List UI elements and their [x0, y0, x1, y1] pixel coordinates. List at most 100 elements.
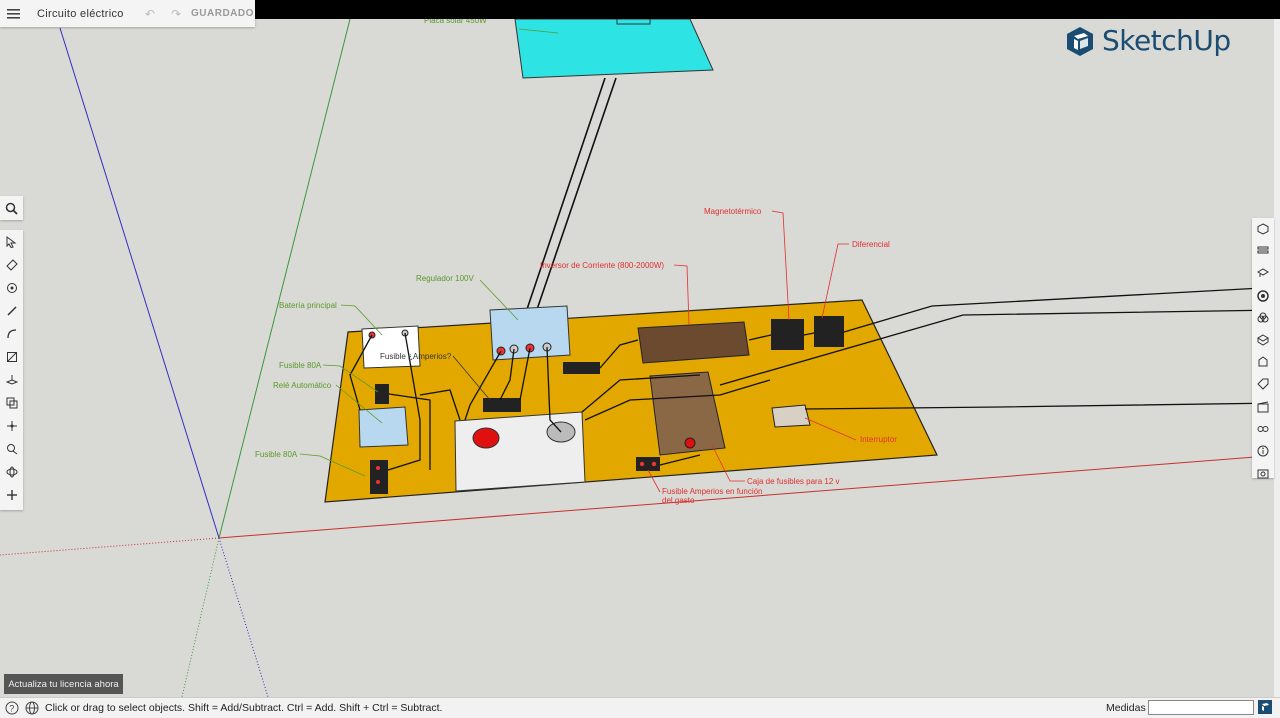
materials-button[interactable] — [1252, 285, 1274, 307]
move-icon — [6, 420, 17, 431]
label-magnetotermico: Magnetotérmico — [704, 207, 762, 216]
styles-button[interactable] — [1252, 329, 1274, 351]
label-diferencial: Diferencial — [852, 240, 890, 249]
battery-positive — [472, 427, 500, 449]
move-tool[interactable] — [0, 414, 23, 437]
solar-panel — [514, 18, 714, 79]
select-tool[interactable] — [0, 230, 23, 253]
file-title[interactable]: Circuito eléctrico — [37, 8, 137, 20]
fuse-consumption — [636, 457, 660, 471]
regulator-fuse — [563, 362, 600, 374]
switch — [771, 404, 811, 428]
display-button[interactable] — [1252, 418, 1274, 440]
left-toolbar — [0, 230, 23, 510]
svg-text:?: ? — [9, 704, 14, 714]
label-rele: Relé Automático — [273, 381, 332, 390]
eraser-tool[interactable] — [0, 253, 23, 276]
label-fusible80a-2: Fusible 80A — [255, 450, 298, 459]
rectangle-tool[interactable] — [0, 345, 23, 368]
redo-icon[interactable]: ↷ — [163, 7, 189, 21]
instructor-icon — [1257, 268, 1269, 278]
right-toolbar — [1252, 218, 1274, 479]
undo-icon[interactable]: ↶ — [137, 7, 163, 21]
outliner-button[interactable] — [1252, 351, 1274, 373]
differential-switch — [814, 316, 844, 347]
pencil-icon — [6, 305, 17, 316]
measurements-label: Medidas — [1106, 702, 1146, 714]
pan-icon — [6, 489, 17, 500]
globe-icon[interactable] — [25, 701, 39, 715]
info-icon — [1257, 445, 1269, 457]
rectangle-icon — [6, 351, 17, 362]
label-interruptor: Interruptor — [860, 435, 897, 444]
model-canvas[interactable]: Placa solar 450W Magnetotérmico Diferenc… — [0, 0, 1280, 697]
circuit-breaker — [771, 319, 804, 350]
select-icon — [6, 235, 17, 248]
fuse-80a-bottom — [370, 460, 388, 494]
blue-axis — [59, 27, 220, 539]
help-icon[interactable]: ? — [5, 701, 19, 715]
label-caja-fusibles: Caja de fusibles para 12 v — [747, 477, 840, 486]
layers-icon — [1257, 246, 1269, 254]
entity-info-icon — [1257, 223, 1269, 235]
label-fusible-question: Fusible ¿Amperios? — [380, 352, 452, 361]
offset-icon — [6, 397, 17, 408]
brand-name: SketchUp — [1102, 24, 1231, 57]
paint-icon — [6, 282, 17, 293]
scenes-button[interactable] — [1252, 396, 1274, 418]
camera-icon — [1257, 469, 1269, 479]
label-regulador: Regulador 100V — [416, 274, 474, 283]
push-pull-tool[interactable] — [0, 368, 23, 391]
label-fusible-gasto-2: del gasto — [662, 496, 695, 505]
scrollbar[interactable] — [1274, 19, 1280, 697]
label-fusible-gasto-1: Fusible Amperios en función — [662, 487, 763, 496]
label-inversor: Inversor de Corriente (800-2000W) — [540, 261, 664, 270]
scenes-icon — [1257, 401, 1269, 413]
push-pull-icon — [5, 374, 18, 385]
search-icon — [5, 202, 18, 215]
label-fusible80a-1: Fusible 80A — [279, 361, 322, 370]
pan-tool[interactable] — [0, 483, 23, 506]
tape-measure-tool[interactable] — [0, 437, 23, 460]
offset-tool[interactable] — [0, 391, 23, 414]
display-icon — [1257, 425, 1269, 432]
styles-icon — [1257, 334, 1269, 346]
tags-button[interactable] — [1252, 373, 1274, 395]
status-hint: Click or drag to select objects. Shift =… — [45, 702, 443, 714]
3d-viewport[interactable]: Placa solar 450W Magnetotérmico Diferenc… — [0, 0, 1280, 697]
fuse-80a-top — [375, 384, 389, 404]
solar-cable-1 — [519, 77, 606, 331]
arc-icon — [6, 328, 16, 338]
tags-icon — [1257, 378, 1269, 391]
hamburger-menu-icon[interactable] — [0, 8, 26, 19]
paint-tool[interactable] — [0, 276, 23, 299]
blue-axis-negative — [218, 537, 269, 697]
layers-button[interactable] — [1252, 240, 1274, 262]
camera-button[interactable] — [1252, 462, 1274, 484]
components-button[interactable] — [1252, 307, 1274, 329]
info-button[interactable] — [1252, 440, 1274, 462]
file-panel: Circuito eléctrico ↶ ↷ GUARDADO — [0, 0, 255, 27]
outliner-icon — [1258, 356, 1268, 367]
auto-relay — [358, 406, 409, 448]
sketchup-status-icon[interactable] — [1258, 700, 1272, 714]
upgrade-license-button[interactable]: Actualiza tu licencia ahora — [4, 674, 123, 694]
entity-info-button[interactable] — [1252, 218, 1274, 240]
instructor-button[interactable] — [1252, 262, 1274, 284]
orbit-icon — [6, 466, 17, 477]
materials-icon — [1257, 289, 1269, 302]
components-icon — [1257, 312, 1269, 323]
pencil-tool[interactable] — [0, 299, 23, 322]
sketchup-logo: SketchUp — [1064, 24, 1231, 57]
green-axis-negative — [181, 537, 220, 697]
fuse-question — [483, 398, 521, 412]
red-axis-negative — [0, 537, 220, 556]
orbit-tool[interactable] — [0, 460, 23, 483]
measurements-input[interactable] — [1148, 700, 1254, 715]
status-bar: ? Click or drag to select objects. Shift… — [0, 697, 1280, 718]
arc-tool[interactable] — [0, 322, 23, 345]
solar-cable-2 — [529, 77, 617, 331]
label-bateria: Batería principal — [279, 301, 337, 310]
search-button[interactable] — [0, 196, 23, 220]
eraser-icon — [5, 258, 18, 271]
